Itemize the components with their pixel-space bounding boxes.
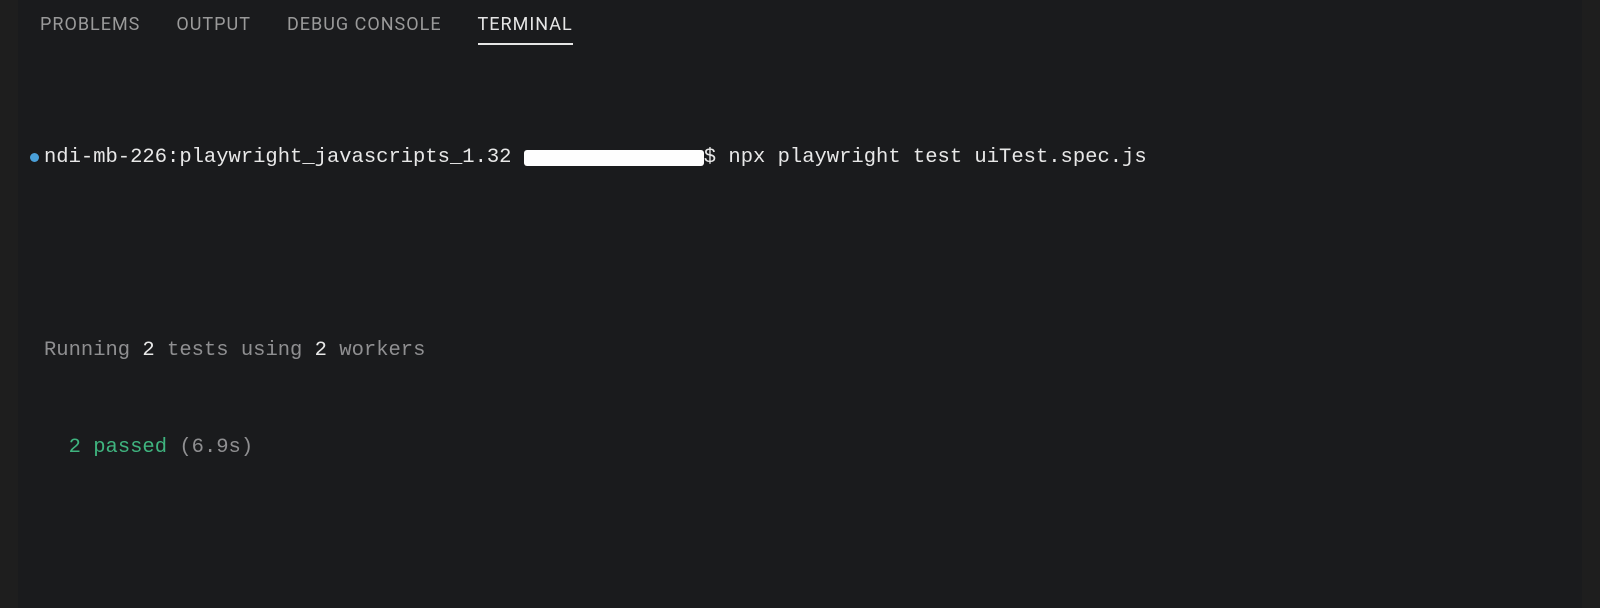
tab-output[interactable]: OUTPUT (176, 14, 251, 45)
passed-count: 2 (69, 436, 81, 460)
running-tests-count: 2 (142, 339, 154, 363)
command-text: npx playwright test uiTest.spec.js (716, 146, 1147, 170)
running-suffix: workers (327, 339, 425, 363)
tab-problems[interactable]: PROBLEMS (40, 14, 140, 45)
prompt-dollar: $ (704, 146, 716, 170)
passed-time: (6.9s) (167, 436, 253, 460)
panel-inner: PROBLEMS OUTPUT DEBUG CONSOLE TERMINAL n… (18, 0, 1582, 608)
terminal-line-blank (24, 533, 1576, 557)
bottom-panel: PROBLEMS OUTPUT DEBUG CONSOLE TERMINAL n… (0, 0, 1600, 608)
passed-indent (44, 436, 69, 460)
running-mid: tests using (155, 339, 315, 363)
prompt-host-path: ndi-mb-226:playwright_javascripts_1.32 (44, 146, 524, 170)
tab-terminal[interactable]: TERMINAL (478, 14, 573, 45)
panel-tabbar: PROBLEMS OUTPUT DEBUG CONSOLE TERMINAL (18, 0, 1582, 55)
passed-word: passed (81, 436, 167, 460)
tab-debug-console[interactable]: DEBUG CONSOLE (287, 14, 442, 45)
terminal-line-passed: 2 passed (6.9s) (24, 436, 1576, 460)
terminal-line-command: ndi-mb-226:playwright_javascripts_1.32 $… (24, 146, 1576, 170)
running-workers-count: 2 (315, 339, 327, 363)
terminal-line-running: Running 2 tests using 2 workers (24, 339, 1576, 363)
success-dot-icon (24, 153, 44, 162)
terminal-line-blank (24, 242, 1576, 266)
redacted-username (524, 150, 704, 166)
running-prefix: Running (44, 339, 142, 363)
terminal-view[interactable]: ndi-mb-226:playwright_javascripts_1.32 $… (18, 55, 1582, 608)
